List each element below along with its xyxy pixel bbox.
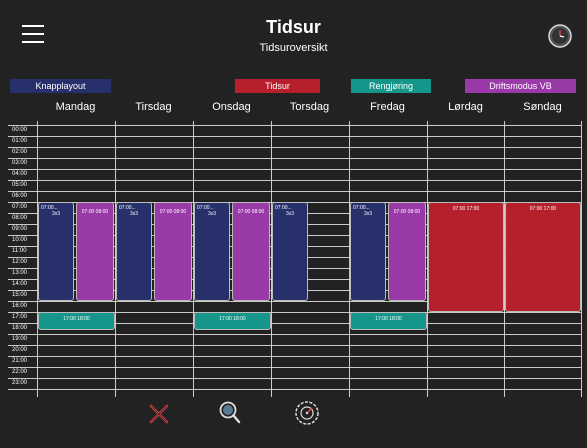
hour-label: 21:00 (12, 358, 28, 364)
legend-item: Tidsur (235, 79, 320, 93)
grid-hour-line (8, 334, 581, 335)
legend-item: Knapplayout (10, 79, 111, 93)
event-block-tidsur[interactable]: 07:00 17:00 (505, 202, 581, 312)
hour-label: 05:00 (12, 182, 28, 188)
page-title: Tidsur (266, 17, 321, 37)
event-block-rengjoring[interactable]: 17:00 18:00 (350, 312, 427, 330)
hour-label: 07:00 (12, 204, 28, 210)
hour-label: 18:00 (12, 325, 28, 331)
hour-label: 12:00 (12, 259, 28, 265)
event-block-knapplayout[interactable]: 07:00... 3x3 (38, 202, 74, 301)
grid-day-line (581, 121, 582, 397)
legend-item: Driftsmodus VB (465, 79, 576, 93)
clock-button[interactable] (548, 24, 572, 48)
event-time: 07:00 17:00 (529, 206, 557, 212)
hour-label: 08:00 (12, 215, 28, 221)
hour-label: 04:00 (12, 171, 28, 177)
event-block-tidsur[interactable]: 07:00 17:00 (428, 202, 504, 312)
event-block-driftsmodus[interactable]: 07:00 08:00 (232, 202, 270, 301)
page-subtitle: Tidsuroversikt (259, 42, 328, 54)
timer-gauge-icon (295, 401, 319, 425)
event-block-driftsmodus[interactable]: 07:00 08:00 (154, 202, 192, 301)
hour-label: 03:00 (12, 160, 28, 166)
event-block-knapplayout[interactable]: 07:00... 3x3 (350, 202, 386, 301)
grid-hour-line (8, 136, 581, 137)
event-layout: 3x3 (285, 211, 295, 217)
grid-hour-line (8, 345, 581, 346)
event-block-knapplayout[interactable]: 07:00... 3x3 (272, 202, 308, 301)
search-button[interactable] (218, 400, 242, 426)
grid-hour-line (8, 180, 581, 181)
event-time: 07:00 17:00 (452, 206, 480, 212)
hour-label: 11:00 (12, 248, 27, 254)
app-root: Tidsur Tidsuroversikt Knapplayout Tidsur R… (0, 0, 587, 448)
event-time: 17:00 18:00 (219, 316, 246, 322)
hour-label: 23:00 (12, 380, 28, 386)
hour-label: 17:00 (12, 314, 28, 320)
day-header: Søndag (523, 101, 562, 113)
event-block-rengjoring[interactable]: 17:00 18:00 (38, 312, 115, 330)
grid-hour-line (8, 389, 581, 390)
day-header: Torsdag (289, 101, 330, 113)
grid-hour-line (8, 169, 581, 170)
hour-label: 09:00 (12, 226, 28, 232)
legend-item: Rengjøring (351, 79, 431, 93)
schedule-grid: 00:00 01:00 02:00 03:00 04:00 05:00 06:00 07:00… (8, 121, 582, 397)
grid-hour-line (8, 378, 581, 379)
event-block-knapplayout[interactable]: 07:00... 3x3 (194, 202, 230, 301)
event-block-driftsmodus[interactable]: 07:00 08:00 (76, 202, 114, 301)
event-block-driftsmodus[interactable]: 07:00 08:00 (388, 202, 426, 301)
hour-label: 06:00 (12, 193, 28, 199)
day-header: Onsdag (212, 101, 251, 113)
hour-label: 14:00 (12, 281, 28, 287)
event-block-rengjoring[interactable]: 17:00 18:00 (194, 312, 271, 330)
event-time: 07:00 08:00 (159, 209, 187, 215)
day-header: Mandag (55, 101, 96, 113)
event-block-knapplayout[interactable]: 07:00... 3x3 (116, 202, 152, 301)
hour-label: 19:00 (12, 336, 28, 342)
event-time: 07:00 08:00 (81, 209, 109, 215)
clock-icon (548, 24, 572, 48)
event-layout: 3x3 (51, 211, 61, 217)
event-time: 17:00 18:00 (63, 316, 90, 322)
event-layout: 3x3 (363, 211, 373, 217)
delete-button[interactable] (147, 402, 171, 426)
grid-hour-line (8, 367, 581, 368)
hour-label: 22:00 (12, 369, 28, 375)
grid-hour-line (8, 191, 581, 192)
hour-label: 16:00 (12, 303, 28, 309)
event-layout: 3x3 (129, 211, 139, 217)
grid-hour-line (8, 125, 581, 126)
hour-label: 01:00 (12, 138, 28, 144)
day-header: Fredag (370, 101, 405, 113)
event-layout: 3x3 (207, 211, 217, 217)
zoom-search-icon (219, 401, 241, 424)
grid-hour-line (8, 356, 581, 357)
day-header: Lørdag (448, 101, 483, 113)
event-time: 07:00 08:00 (237, 209, 265, 215)
delete-x-icon (149, 404, 169, 424)
hour-label: 20:00 (12, 347, 28, 353)
event-time: 07:00 08:00 (393, 209, 421, 215)
hour-label: 15:00 (12, 292, 28, 298)
grid-hour-line (8, 147, 581, 148)
hour-label: 02:00 (12, 149, 28, 155)
event-time: 17:00 18:00 (375, 316, 402, 322)
hour-label: 00:00 (12, 127, 28, 133)
hour-label: 10:00 (12, 237, 28, 243)
grid-hour-line (8, 158, 581, 159)
hour-label: 13:00 (12, 270, 28, 276)
timer-button[interactable] (294, 400, 320, 426)
day-header: Tirsdag (135, 101, 172, 113)
